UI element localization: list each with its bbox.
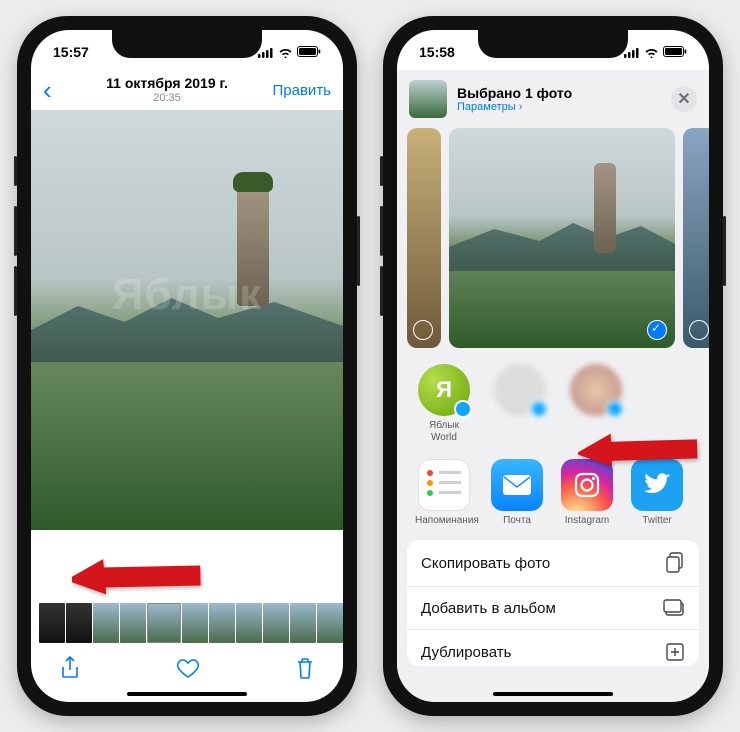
phone-left: 15:57 ‹ 11 октября 2019 г. 20:35 Править… [17,16,357,716]
copy-icon [665,552,685,574]
plus-square-icon [665,642,685,662]
edit-button[interactable]: Править [261,82,331,99]
notch [112,30,262,58]
comparison-stage: 15:57 ‹ 11 октября 2019 г. 20:35 Править… [0,0,740,732]
app-mail[interactable]: Почта [491,459,543,526]
airdrop-contact[interactable] [567,364,625,443]
home-indicator[interactable] [127,692,247,696]
options-link[interactable]: Параметры › [457,101,572,113]
airdrop-row: Яблык World [397,348,709,453]
battery-icon [297,46,321,58]
status-icons [258,46,321,58]
app-reminders[interactable]: Напоминания [415,459,473,526]
bottom-toolbar [31,646,343,694]
photo-viewer[interactable]: Яблык [31,110,343,530]
photo-date: 11 октября 2019 г. [73,76,261,91]
photo-prev[interactable] [407,128,441,348]
chevron-right-icon: › [519,101,523,113]
share-sheet: Выбрано 1 фото Параметры › ✕ [397,70,709,702]
share-icon[interactable] [59,655,81,686]
back-button[interactable]: ‹ [43,75,73,106]
checkmark-icon [647,320,667,340]
photo-time: 20:35 [73,92,261,104]
status-time: 15:57 [53,44,89,60]
signal-icon [258,47,274,58]
action-duplicate[interactable]: Дублировать [407,630,699,666]
close-button[interactable]: ✕ [671,86,697,112]
airdrop-contact[interactable] [491,364,549,443]
photo-next[interactable] [683,128,709,348]
share-sheet-header: Выбрано 1 фото Параметры › ✕ [397,70,709,128]
status-time: 15:58 [419,44,455,60]
home-indicator[interactable] [493,692,613,696]
action-copy-photo[interactable]: Скопировать фото [407,540,699,587]
instagram-icon [561,459,613,511]
action-add-album[interactable]: Добавить в альбом [407,587,699,630]
heart-icon[interactable] [176,657,200,684]
album-icon [663,599,685,617]
mail-icon [491,459,543,511]
airdrop-badge-icon [454,400,472,418]
trash-icon[interactable] [295,656,315,685]
screen-left: 15:57 ‹ 11 октября 2019 г. 20:35 Править… [31,30,343,702]
photo-picker-row[interactable] [397,128,709,348]
screen-right: 15:58 Выбрано 1 фото Параметры › [397,30,709,702]
nav-bar: ‹ 11 октября 2019 г. 20:35 Править [31,70,343,110]
action-list: Скопировать фото Добавить в альбом Дубли… [407,540,699,666]
nav-title: 11 октября 2019 г. 20:35 [73,76,261,103]
photo-selected[interactable] [449,128,675,348]
thumbnail-strip[interactable] [31,600,343,646]
reminders-icon [418,459,470,511]
notch [478,30,628,58]
airdrop-contact[interactable]: Яблык World [415,364,473,443]
share-apps-row: Напоминания Почта Instagram Twitter [397,453,709,538]
wifi-icon [278,47,293,58]
status-icons [624,46,687,58]
app-instagram[interactable]: Instagram [561,459,613,526]
app-twitter[interactable]: Twitter [631,459,683,526]
phone-right: 15:58 Выбрано 1 фото Параметры › [383,16,723,716]
twitter-icon [631,459,683,511]
selection-title: Выбрано 1 фото [457,85,572,101]
selection-thumb [409,80,447,118]
